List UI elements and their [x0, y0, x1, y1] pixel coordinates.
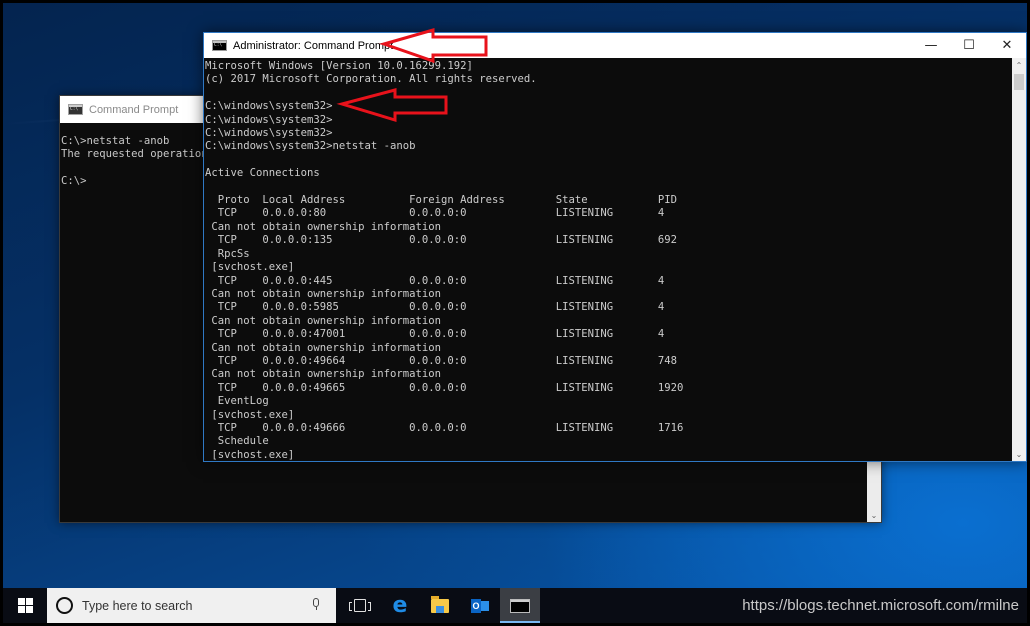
console-line: Schedule — [205, 435, 269, 448]
cmd-icon — [212, 40, 227, 51]
console-line: C:\windows\system32> — [205, 113, 333, 126]
console-line: Can not obtain ownership information — [205, 287, 441, 300]
windows-start-icon — [17, 598, 33, 613]
console-line: C:\windows\system32> — [205, 127, 333, 140]
console-line: Proto Local Address Foreign Address Stat… — [205, 194, 677, 207]
outlook-icon: O — [471, 598, 489, 614]
task-view-button[interactable] — [340, 588, 380, 623]
console-line: Can not obtain ownership information — [205, 314, 441, 327]
scroll-down-icon[interactable]: ⌄ — [867, 508, 881, 522]
close-button[interactable]: ✕ — [988, 33, 1026, 58]
console-line: C:\windows\system32> — [205, 100, 333, 113]
console-line: TCP 0.0.0.0:49666 0.0.0.0:0 LISTENING 17… — [205, 421, 684, 434]
task-view-icon — [349, 599, 371, 612]
window-title: Administrator: Command Prompt — [233, 39, 394, 52]
scroll-down-icon[interactable]: ⌄ — [1012, 447, 1026, 461]
window-controls: — ☐ ✕ — [912, 33, 1026, 58]
console-line: C:\windows\system32>netstat -anob — [205, 140, 416, 153]
vertical-scrollbar[interactable]: ⌃ ⌄ — [1012, 58, 1026, 461]
console-line: TCP 0.0.0.0:5985 0.0.0.0:0 LISTENING 4 — [205, 301, 665, 314]
console-line: [svchost.exe] — [205, 448, 295, 461]
console-line: Can not obtain ownership information — [205, 341, 441, 354]
console-line: [svchost.exe] — [205, 261, 295, 274]
console-line: TCP 0.0.0.0:135 0.0.0.0:0 LISTENING 692 — [205, 234, 677, 247]
search-box[interactable]: Type here to search — [47, 588, 336, 623]
minimize-button[interactable]: — — [912, 33, 950, 58]
console-line: EventLog — [205, 395, 269, 408]
console-line: (c) 2017 Microsoft Corporation. All righ… — [205, 73, 537, 86]
console-line: TCP 0.0.0.0:49665 0.0.0.0:0 LISTENING 19… — [205, 381, 684, 394]
window-title: Command Prompt — [89, 103, 179, 116]
edge-icon: e — [392, 592, 408, 618]
microphone-icon[interactable] — [312, 598, 320, 612]
cortana-icon — [56, 597, 73, 614]
console-line: Microsoft Windows [Version 10.0.16299.19… — [205, 60, 473, 72]
console-line: Can not obtain ownership information — [205, 220, 441, 233]
console-line: RpcSs — [205, 247, 250, 260]
taskbar: Type here to search e O https://blogs.te… — [3, 588, 1027, 623]
console-line: TCP 0.0.0.0:445 0.0.0.0:0 LISTENING 4 — [205, 274, 665, 287]
scroll-thumb[interactable] — [1014, 74, 1024, 90]
console-line: TCP 0.0.0.0:80 0.0.0.0:0 LISTENING 4 — [205, 207, 665, 220]
console-line: [svchost.exe] — [205, 408, 295, 421]
cmd-icon — [68, 104, 83, 115]
start-button[interactable] — [3, 588, 47, 623]
command-prompt-icon — [510, 598, 530, 613]
file-explorer-icon — [431, 595, 449, 613]
console-line: Active Connections — [205, 167, 320, 180]
search-placeholder: Type here to search — [82, 598, 193, 613]
console-line: Can not obtain ownership information — [205, 368, 441, 381]
console-line: TCP 0.0.0.0:49664 0.0.0.0:0 LISTENING 74… — [205, 354, 677, 367]
command-prompt-taskbar-button[interactable] — [500, 588, 540, 623]
console-output[interactable]: Microsoft Windows [Version 10.0.16299.19… — [204, 58, 1012, 461]
watermark-url: https://blogs.technet.microsoft.com/rmil… — [742, 597, 1019, 614]
maximize-button[interactable]: ☐ — [950, 33, 988, 58]
desktop: Command Prompt C:\>netstat -anobThe requ… — [3, 3, 1027, 623]
outlook-button[interactable]: O — [460, 588, 500, 623]
edge-button[interactable]: e — [380, 588, 420, 623]
file-explorer-button[interactable] — [420, 588, 460, 623]
title-bar[interactable]: Administrator: Command Prompt — ☐ ✕ — [204, 33, 1026, 58]
admin-command-prompt-window[interactable]: Administrator: Command Prompt — ☐ ✕ Micr… — [203, 32, 1027, 462]
console-line: TCP 0.0.0.0:47001 0.0.0.0:0 LISTENING 4 — [205, 328, 665, 341]
scroll-up-icon[interactable]: ⌃ — [1012, 58, 1026, 72]
